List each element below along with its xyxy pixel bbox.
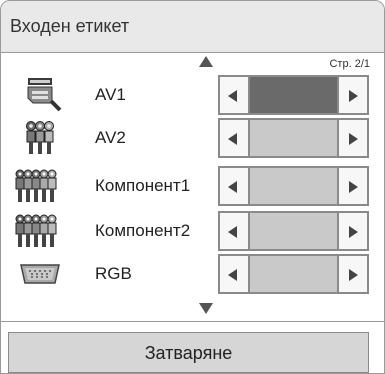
input-row-component2: Компонент2 [1,211,384,251]
scroll-down-icon[interactable] [199,303,213,314]
scart-connector-icon [27,78,62,112]
arrow-right-icon [349,269,358,281]
label-selector-av1[interactable] [218,75,369,115]
selected-value [250,77,337,113]
next-button[interactable] [337,77,367,113]
prev-button[interactable] [220,213,250,249]
next-button[interactable] [337,213,367,249]
next-button[interactable] [337,120,367,156]
input-row-av1: AV1 [1,75,384,115]
prev-button[interactable] [220,168,250,204]
input-row-av2: AV2 [1,118,384,158]
input-label-dialog: Входен етикет Стр. 2/1 AV1 AV2 Компонент… [0,0,385,374]
arrow-left-icon [228,133,237,145]
label-selector-rgb[interactable] [218,254,369,294]
input-row-component1: Компонент1 [1,166,384,206]
arrow-right-icon [349,90,358,102]
label-selector-av2[interactable] [218,118,369,158]
arrow-right-icon [349,181,358,193]
dialog-title: Входен етикет [10,16,130,36]
close-button-label: Затваряне [144,343,233,363]
input-label: AV1 [95,85,126,104]
arrow-left-icon [228,181,237,193]
arrow-right-icon [349,226,358,238]
next-button[interactable] [337,168,367,204]
input-label: RGB [95,264,132,283]
arrow-left-icon [228,226,237,238]
component-connector-icon [15,169,57,202]
component-connector-icon [15,214,57,247]
input-row-rgb: RGB [1,254,384,294]
arrow-right-icon [349,133,358,145]
input-label: Компонент1 [95,176,191,195]
input-label: AV2 [95,128,126,147]
prev-button[interactable] [220,256,250,292]
vga-connector-icon [20,264,60,284]
label-selector-component1[interactable] [218,166,369,206]
selected-value [250,168,337,204]
close-button[interactable]: Затваряне [8,332,369,373]
rca-connector-icon [26,121,54,154]
prev-button[interactable] [220,120,250,156]
label-selector-component2[interactable] [218,211,369,251]
selected-value [250,256,337,292]
selected-value [250,213,337,249]
divider [1,321,384,322]
input-label: Компонент2 [95,221,191,240]
next-button[interactable] [337,256,367,292]
arrow-left-icon [228,269,237,281]
selected-value [250,120,337,156]
page-indicator: Стр. 2/1 [329,58,370,70]
arrow-left-icon [228,90,237,102]
prev-button[interactable] [220,77,250,113]
dialog-header: Входен етикет [1,1,384,53]
scroll-up-icon[interactable] [199,56,213,67]
